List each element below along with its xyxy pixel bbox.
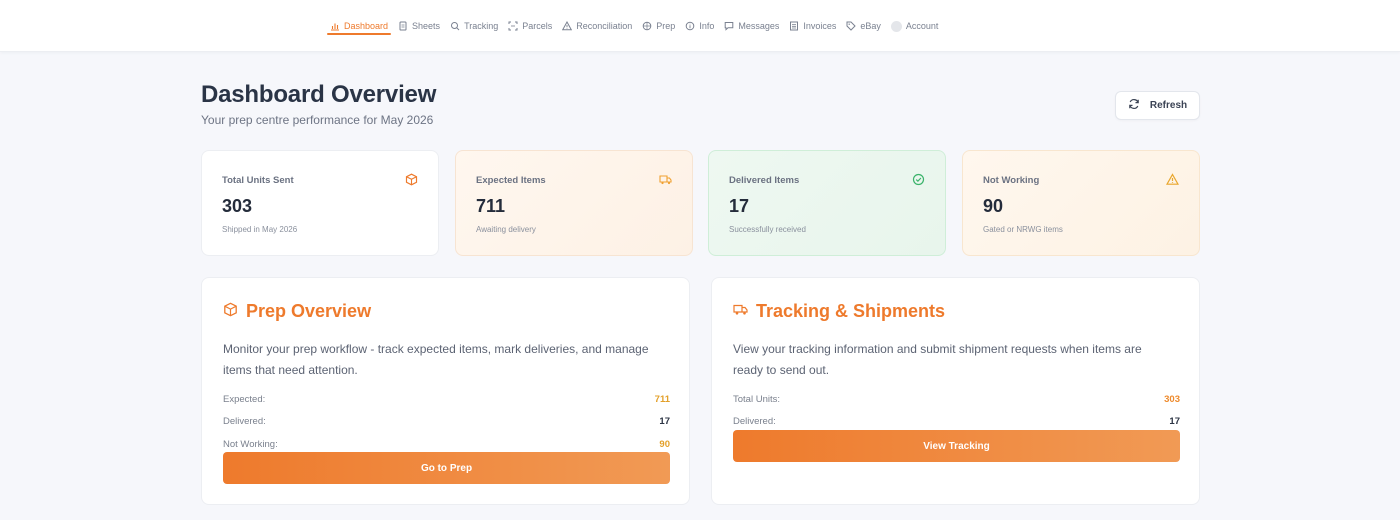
prep-row-expected: Expected: 711: [223, 392, 670, 406]
prep-overview-panel: Prep Overview Monitor your prep workflow…: [201, 277, 690, 505]
nav-label: Parcels: [522, 21, 553, 31]
nav-label: Invoices: [803, 21, 837, 31]
panel-title: Tracking & Shipments: [733, 301, 945, 322]
row-label: Not Working:: [223, 438, 278, 450]
chart-icon: [330, 21, 340, 31]
stat-card-total-units: Total Units Sent 303 Shipped in May 2026: [201, 150, 439, 256]
refresh-button[interactable]: Refresh: [1115, 91, 1200, 120]
tracking-row-delivered: Delivered: 17: [733, 414, 1180, 428]
stat-value: 303: [222, 196, 253, 216]
sheet-icon: [398, 21, 408, 31]
nav-label: Info: [699, 21, 715, 31]
message-icon: [724, 21, 734, 31]
stat-label: Delivered Items: [729, 175, 800, 186]
nav-label: Account: [905, 21, 939, 31]
stat-note: Successfully received: [729, 225, 806, 234]
truck-icon: [659, 173, 672, 186]
nav-item-ebay[interactable]: eBay: [841, 0, 886, 52]
go-to-prep-button[interactable]: Go to Prep: [223, 452, 670, 484]
prep-row-delivered: Delivered: 17: [223, 414, 670, 428]
nav-label: Sheets: [412, 21, 441, 31]
nav-menu: Dashboard Sheets Tracking Parcels Reconc…: [325, 0, 943, 52]
panel-description: Monitor your prep workflow - track expec…: [223, 342, 649, 377]
invoice-icon: [789, 21, 799, 31]
view-tracking-button[interactable]: View Tracking: [733, 430, 1180, 462]
stat-card-delivered-items: Delivered Items 17 Successfully received: [708, 150, 946, 256]
stat-value: 711: [476, 196, 506, 216]
page-title: Dashboard Overview: [201, 81, 437, 108]
tag-icon: [846, 21, 857, 31]
top-navigation: Dashboard Sheets Tracking Parcels Reconc…: [0, 0, 1400, 52]
stat-note: Gated or NRWG items: [983, 225, 1063, 234]
warning-icon: [1165, 173, 1180, 186]
row-label: Delivered:: [223, 415, 266, 427]
avatar-icon: [890, 20, 902, 32]
nav-item-account[interactable]: Account: [886, 0, 944, 52]
panel-title-text: Tracking & Shipments: [756, 301, 946, 321]
info-icon: [685, 21, 695, 31]
check-circle-icon: [912, 173, 925, 186]
box-icon: [223, 301, 238, 322]
refresh-label: Refresh: [1149, 100, 1188, 111]
warning-icon: [562, 21, 573, 31]
refresh-icon: [1128, 98, 1140, 113]
nav-item-reconciliation[interactable]: Reconciliation: [557, 0, 637, 52]
row-value: 303: [1164, 393, 1180, 405]
panel-description: View your tracking information and submi…: [733, 342, 1142, 377]
row-value: 90: [659, 438, 670, 450]
nav-item-sheets[interactable]: Sheets: [393, 0, 445, 52]
nav-item-tracking[interactable]: Tracking: [445, 0, 503, 52]
row-value: 17: [1169, 415, 1180, 427]
box-icon: [405, 173, 418, 186]
panel-title-text: Prep Overview: [246, 301, 372, 321]
nav-label: Messages: [738, 21, 780, 31]
row-label: Total Units:: [733, 393, 780, 405]
row-value: 17: [659, 415, 670, 427]
row-label: Expected:: [223, 393, 266, 405]
row-value: 711: [654, 393, 670, 405]
stat-card-expected-items: Expected Items 711 Awaiting delivery: [455, 150, 693, 256]
panel-title: Prep Overview: [223, 301, 371, 322]
nav-item-parcels[interactable]: Parcels: [503, 0, 557, 52]
nav-item-invoices[interactable]: Invoices: [784, 0, 841, 52]
search-icon: [450, 21, 460, 31]
box-icon: [642, 21, 652, 31]
stat-label: Total Units Sent: [222, 175, 294, 186]
nav-label: Reconciliation: [576, 21, 633, 31]
row-label: Delivered:: [733, 415, 776, 427]
nav-label: Prep: [656, 21, 676, 31]
stat-value: 17: [729, 196, 750, 216]
nav-item-messages[interactable]: Messages: [719, 0, 784, 52]
nav-label: Dashboard: [344, 21, 389, 31]
nav-label: Tracking: [464, 21, 499, 31]
stat-note: Shipped in May 2026: [222, 225, 298, 234]
page-subtitle: Your prep centre performance for May 202…: [201, 113, 434, 127]
prep-row-not-working: Not Working: 90: [223, 437, 670, 451]
parcel-icon: [508, 21, 518, 31]
stat-card-not-working: Not Working 90 Gated or NRWG items: [962, 150, 1200, 256]
nav-label: eBay: [860, 21, 881, 31]
nav-item-dashboard[interactable]: Dashboard: [325, 0, 393, 52]
tracking-row-total-units: Total Units: 303: [733, 392, 1180, 406]
stat-label: Expected Items: [476, 175, 546, 186]
tracking-shipments-panel: Tracking & Shipments View your tracking …: [711, 277, 1200, 505]
truck-icon: [733, 301, 748, 322]
stat-label: Not Working: [983, 175, 1040, 186]
stat-note: Awaiting delivery: [476, 225, 536, 234]
stat-value: 90: [983, 196, 1004, 216]
nav-item-prep[interactable]: Prep: [637, 0, 680, 52]
nav-item-info[interactable]: Info: [680, 0, 719, 52]
